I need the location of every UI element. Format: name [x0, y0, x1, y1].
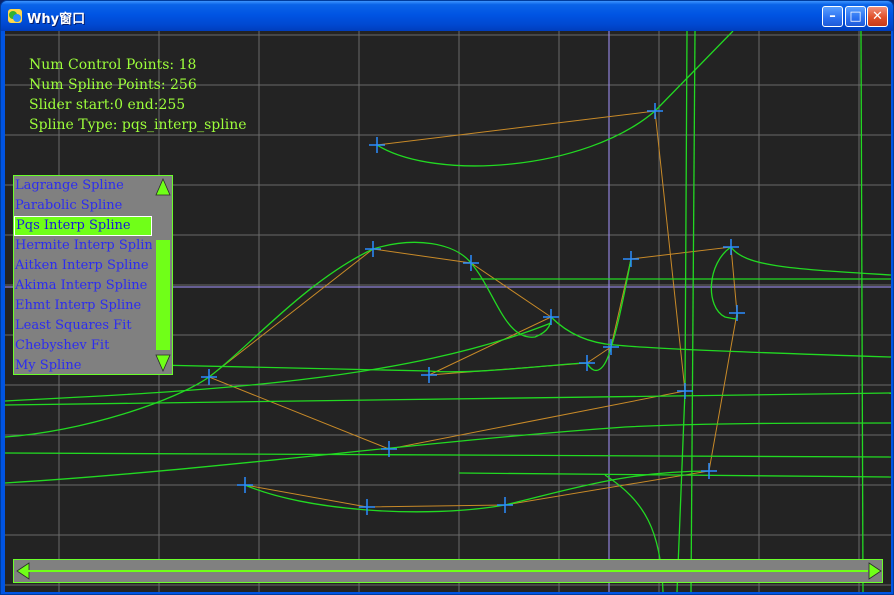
close-button[interactable]: ✕ — [867, 6, 888, 27]
app-icon — [8, 9, 22, 23]
control-point-markers — [201, 103, 745, 515]
list-scrollbar[interactable] — [154, 176, 172, 374]
spline-option[interactable]: Least Squares Fit — [14, 316, 152, 336]
stats-overlay: Num Control Points: 18 Num Spline Points… — [29, 55, 247, 135]
control-point-marker[interactable] — [201, 369, 217, 385]
spline-option[interactable]: Lagrange Spline — [14, 176, 152, 196]
control-polygon — [208, 110, 738, 508]
control-point-marker[interactable] — [237, 477, 253, 493]
spline-option[interactable]: Ehmt Interp Spline — [14, 296, 152, 316]
control-point-marker[interactable] — [365, 241, 381, 257]
spline-type-items: Lagrange Spline Parabolic Spline Pqs Inter… — [14, 176, 152, 374]
control-point-marker[interactable] — [603, 339, 619, 355]
spline-option[interactable]: My Spline — [14, 356, 152, 374]
scroll-down-icon[interactable] — [155, 354, 171, 372]
slider-track[interactable] — [28, 570, 868, 572]
spline-option[interactable]: Pqs Interp Spline — [14, 216, 152, 236]
title-bar[interactable]: Why窗口 – □ ✕ — [1, 1, 893, 31]
spline-type: Spline Type: pqs_interp_spline — [29, 117, 247, 133]
close-icon: ✕ — [872, 9, 883, 24]
list-scroll-thumb[interactable] — [156, 240, 170, 350]
point-range-slider[interactable] — [13, 559, 883, 583]
spline-option[interactable]: Akima Interp Spline — [14, 276, 152, 296]
spline-option[interactable]: Aitken Interp Spline — [14, 256, 152, 276]
spline-type-list[interactable]: Lagrange Spline Parabolic Spline Pqs Inter… — [13, 175, 173, 375]
slider-range: Slider start:0 end:255 — [29, 97, 186, 113]
control-point-marker[interactable] — [623, 251, 639, 267]
app-window: Why窗口 – □ ✕ Num Control Points: 18 Num S… — [0, 0, 894, 595]
window-title: Why窗口 — [27, 12, 86, 27]
control-point-marker[interactable] — [579, 355, 595, 371]
control-point-marker[interactable] — [369, 137, 385, 153]
slider-end-handle-icon[interactable] — [868, 562, 882, 580]
control-point-marker[interactable] — [359, 499, 375, 515]
control-point-count: Num Control Points: 18 — [29, 57, 197, 73]
spline-option[interactable]: Hermite Interp Spline — [14, 236, 152, 256]
maximize-button[interactable]: □ — [845, 6, 866, 27]
minimize-button[interactable]: – — [822, 6, 843, 27]
minimize-icon: – — [829, 9, 836, 24]
spline-option[interactable]: Chebyshev Fit — [14, 336, 152, 356]
control-point-marker[interactable] — [701, 463, 717, 479]
scroll-up-icon[interactable] — [155, 178, 171, 196]
canvas-area[interactable]: Num Control Points: 18 Num Spline Points… — [5, 31, 891, 592]
spline-option[interactable]: Parabolic Spline — [14, 196, 152, 216]
control-point-marker[interactable] — [497, 497, 513, 513]
control-point-marker[interactable] — [421, 367, 437, 383]
spline-point-count: Num Spline Points: 256 — [29, 77, 197, 93]
maximize-icon: □ — [849, 9, 862, 24]
